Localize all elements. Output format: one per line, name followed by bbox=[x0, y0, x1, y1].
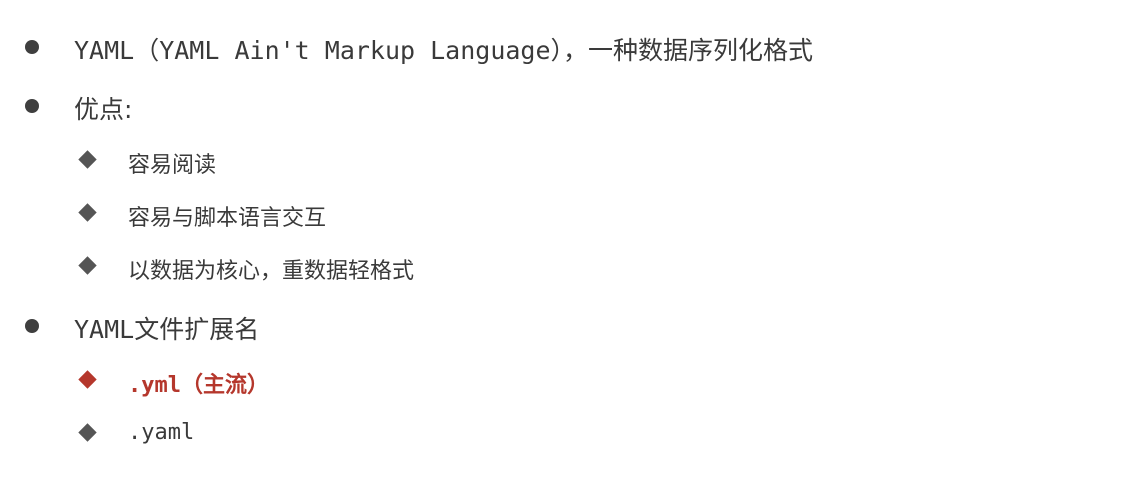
diamond-bullet-icon bbox=[78, 150, 97, 169]
bullet-dot-icon bbox=[25, 40, 39, 54]
bullet-item-file-extension: YAML文件扩展名 bbox=[74, 315, 260, 344]
bullet-item-yaml-definition: YAML（YAML Ain't Markup Language），一种数据序列化… bbox=[74, 36, 814, 65]
diamond-bullet-icon bbox=[78, 423, 97, 442]
sub-item-data-centric: 以数据为核心，重数据轻格式 bbox=[128, 259, 415, 284]
sub-item-script-interaction: 容易与脚本语言交互 bbox=[128, 206, 327, 231]
sub-item-yml-mainstream: .yml（主流） bbox=[128, 373, 269, 398]
sub-item-easy-to-read: 容易阅读 bbox=[128, 153, 217, 178]
diamond-bullet-accent-icon bbox=[78, 370, 97, 389]
bullet-dot-icon bbox=[25, 99, 39, 113]
bullet-item-advantages: 优点: bbox=[74, 95, 133, 124]
diamond-bullet-icon bbox=[78, 203, 97, 222]
bullet-dot-icon bbox=[25, 319, 39, 333]
diamond-bullet-icon bbox=[78, 256, 97, 275]
slide: YAML（YAML Ain't Markup Language），一种数据序列化… bbox=[0, 0, 1122, 504]
sub-item-yaml: .yaml bbox=[128, 420, 195, 445]
